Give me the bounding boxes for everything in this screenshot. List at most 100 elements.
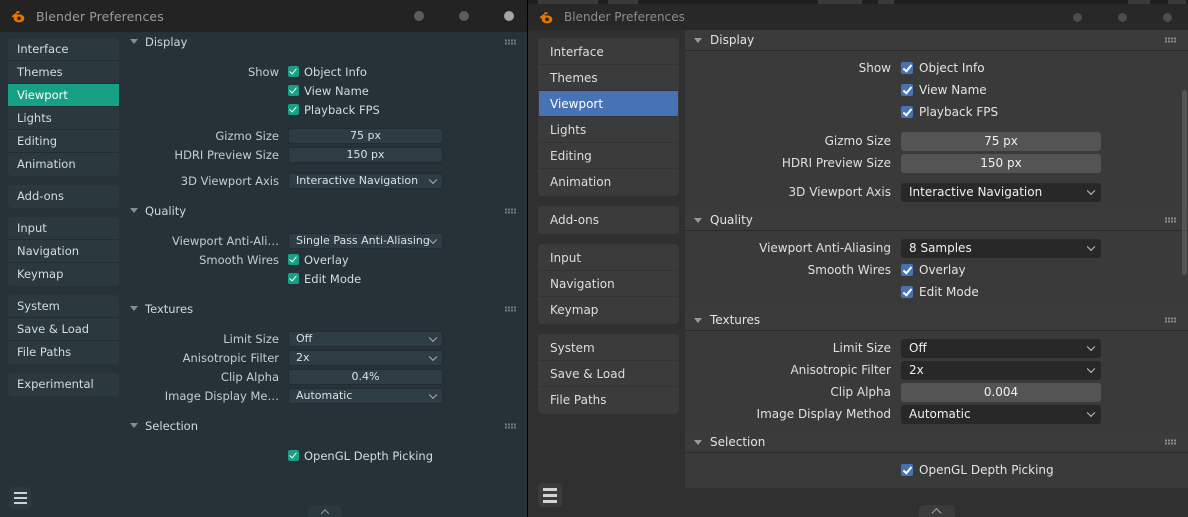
sidebar-item-experimental[interactable]: Experimental (8, 373, 119, 396)
section-header-textures[interactable]: Textures (122, 299, 528, 318)
sidebar-left: Interface Themes Viewport Lights Editing… (0, 32, 122, 517)
grip-dots-icon[interactable] (1165, 439, 1176, 445)
minimize-dot-icon[interactable] (414, 11, 424, 21)
grip-dots-icon[interactable] (1165, 217, 1176, 223)
chevron-down-icon (1086, 408, 1096, 418)
viewport-axis-select[interactable]: Interactive Navigation (288, 172, 443, 189)
sidebar-item-navigation[interactable]: Navigation (8, 240, 119, 263)
section-header-display[interactable]: Display (685, 30, 1188, 51)
blender-preferences-window-left: Blender Preferences Interface Themes Vie… (0, 0, 528, 517)
window-controls-right[interactable] (1073, 4, 1172, 30)
sidebar-item-system[interactable]: System (8, 295, 119, 318)
scroll-up-button-left[interactable] (308, 506, 342, 517)
sidebar-item-addons[interactable]: Add-ons (8, 185, 119, 208)
minimize-dot-icon[interactable] (1073, 12, 1082, 22)
sidebar-item-save-and-load[interactable]: Save & Load (8, 318, 119, 341)
checkbox-object-info[interactable] (901, 62, 913, 74)
image-display-method-select[interactable]: Automatic (288, 387, 443, 404)
sidebar-item-file-paths[interactable]: File Paths (539, 387, 678, 413)
grip-dots-icon[interactable] (505, 208, 516, 213)
maximize-dot-icon[interactable] (1118, 12, 1127, 22)
checkbox-playback-fps[interactable] (288, 104, 299, 115)
sidebar-item-addons[interactable]: Add-ons (539, 207, 678, 233)
sidebar-item-interface[interactable]: Interface (8, 38, 119, 61)
grip-dots-icon[interactable] (1165, 37, 1176, 43)
sidebar-item-navigation[interactable]: Navigation (539, 271, 678, 297)
sidebar-item-file-paths[interactable]: File Paths (8, 341, 119, 364)
checkbox-edit-mode[interactable] (288, 273, 299, 284)
anisotropic-filter-select[interactable]: 2x (901, 360, 1101, 380)
viewport-anti-aliasing-select[interactable]: Single Pass Anti-Aliasing (288, 232, 443, 249)
gizmo-size-field[interactable]: 75 px (288, 127, 443, 144)
select-value: Off (909, 341, 927, 355)
close-dot-icon[interactable] (504, 11, 514, 21)
clip-alpha-field[interactable]: 0.004 (901, 382, 1101, 402)
scroll-up-button-right[interactable] (918, 505, 955, 517)
sidebar-item-editing[interactable]: Editing (8, 130, 119, 153)
close-dot-icon[interactable] (1163, 12, 1172, 22)
section-header-display[interactable]: Display (122, 32, 528, 51)
hamburger-menu-icon[interactable] (9, 487, 31, 509)
clip-alpha-field[interactable]: 0.4% (288, 368, 443, 385)
sidebar-item-viewport[interactable]: Viewport (8, 84, 119, 107)
checkbox-edit-mode[interactable] (901, 286, 913, 298)
sidebar-item-themes[interactable]: Themes (539, 65, 678, 91)
section-header-selection[interactable]: Selection (685, 432, 1188, 453)
content-left: Display Show Object Info View Name Playb… (122, 32, 528, 517)
select-value: Automatic (909, 407, 971, 421)
sidebar-item-editing[interactable]: Editing (539, 143, 678, 169)
sidebar-item-themes[interactable]: Themes (8, 61, 119, 84)
grip-dots-icon[interactable] (505, 423, 516, 428)
checkbox-object-info[interactable] (288, 66, 299, 77)
sidebar-item-lights[interactable]: Lights (8, 107, 119, 130)
row-label: Viewport Anti-Ali… (171, 233, 279, 248)
section-header-quality[interactable]: Quality (685, 210, 1188, 231)
section-header-textures[interactable]: Textures (685, 310, 1188, 331)
nav-group: Interface Themes Viewport Lights Editing… (8, 38, 119, 176)
sidebar-item-animation[interactable]: Animation (8, 153, 119, 176)
hdri-preview-size-field[interactable]: 150 px (288, 146, 443, 163)
maximize-dot-icon[interactable] (459, 11, 469, 21)
sidebar-item-lights[interactable]: Lights (539, 117, 678, 143)
sidebar-item-animation[interactable]: Animation (539, 169, 678, 195)
nav-group: System Save & Load File Paths (538, 334, 679, 414)
sidebar-item-interface[interactable]: Interface (539, 39, 678, 65)
sidebar-item-keymap[interactable]: Keymap (8, 263, 119, 286)
gizmo-size-field[interactable]: 75 px (901, 131, 1101, 151)
section-header-quality[interactable]: Quality (122, 201, 528, 220)
sidebar-item-input[interactable]: Input (8, 217, 119, 240)
sidebar-item-keymap[interactable]: Keymap (539, 297, 678, 323)
checkbox-label: Overlay (304, 252, 349, 267)
sidebar-item-system[interactable]: System (539, 335, 678, 361)
sidebar-item-save-and-load[interactable]: Save & Load (539, 361, 678, 387)
checkbox-view-name[interactable] (288, 85, 299, 96)
anisotropic-filter-select[interactable]: 2x (288, 349, 443, 366)
section-header-selection[interactable]: Selection (122, 416, 528, 435)
panel-selection: OpenGL Depth Picking (685, 453, 1188, 488)
nav-group: Input Navigation Keymap (538, 244, 679, 324)
window-body-right: Interface Themes Viewport Lights Editing… (528, 30, 1188, 517)
viewport-axis-select[interactable]: Interactive Navigation (901, 182, 1101, 202)
grip-dots-icon[interactable] (505, 306, 516, 311)
checkbox-view-name[interactable] (901, 84, 913, 96)
checkbox-opengl-depth-picking[interactable] (288, 450, 299, 461)
sidebar-item-viewport[interactable]: Viewport (539, 91, 678, 117)
checkbox-overlay[interactable] (901, 264, 913, 276)
nav-group: Input Navigation Keymap (8, 217, 119, 286)
checkbox-playback-fps[interactable] (901, 106, 913, 118)
image-display-method-select[interactable]: Automatic (901, 404, 1101, 424)
window-controls-left[interactable] (414, 0, 514, 32)
grip-dots-icon[interactable] (1165, 317, 1176, 323)
checkbox-opengl-depth-picking[interactable] (901, 464, 913, 476)
checkbox-overlay[interactable] (288, 254, 299, 265)
sidebar-item-input[interactable]: Input (539, 245, 678, 271)
hamburger-menu-icon[interactable] (538, 483, 562, 507)
checkbox-label: View Name (304, 83, 369, 98)
row-show-object-info: Show Object Info (122, 62, 528, 81)
limit-size-select[interactable]: Off (288, 330, 443, 347)
limit-size-select[interactable]: Off (901, 338, 1101, 358)
grip-dots-icon[interactable] (505, 39, 516, 44)
hdri-preview-size-field[interactable]: 150 px (901, 153, 1101, 173)
viewport-anti-aliasing-select[interactable]: 8 Samples (901, 238, 1101, 258)
vertical-scrollbar[interactable] (1182, 90, 1187, 275)
